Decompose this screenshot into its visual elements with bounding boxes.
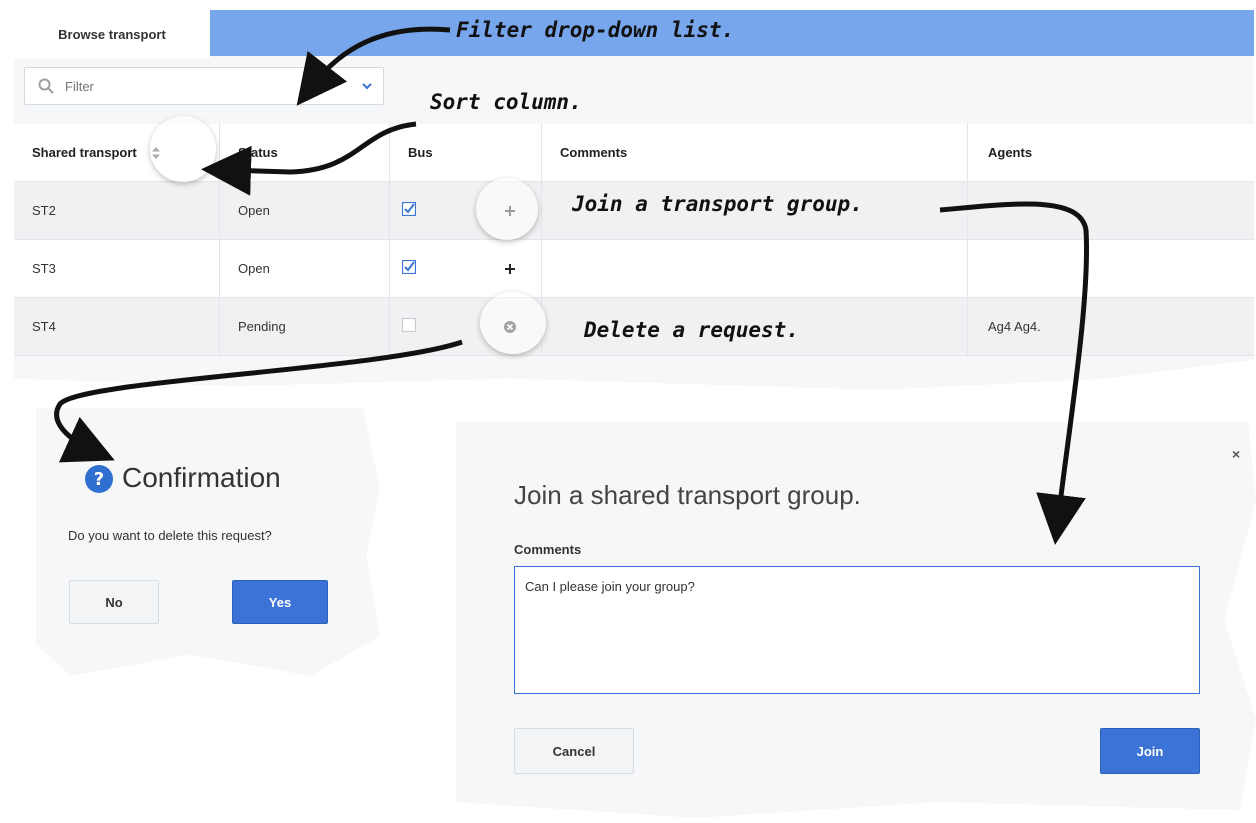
annotation-delete: Delete a request. [584,318,799,342]
annotation-sort: Sort column. [430,90,582,114]
arrow-sort [201,121,417,196]
annotation-filter: Filter drop-down list. [456,18,735,42]
arrow-filter [296,26,451,106]
arrow-delete [54,339,463,463]
arrow-join [939,201,1089,545]
annotation-arrows [54,26,1089,545]
annotation-join: Join a transport group. [572,192,863,216]
